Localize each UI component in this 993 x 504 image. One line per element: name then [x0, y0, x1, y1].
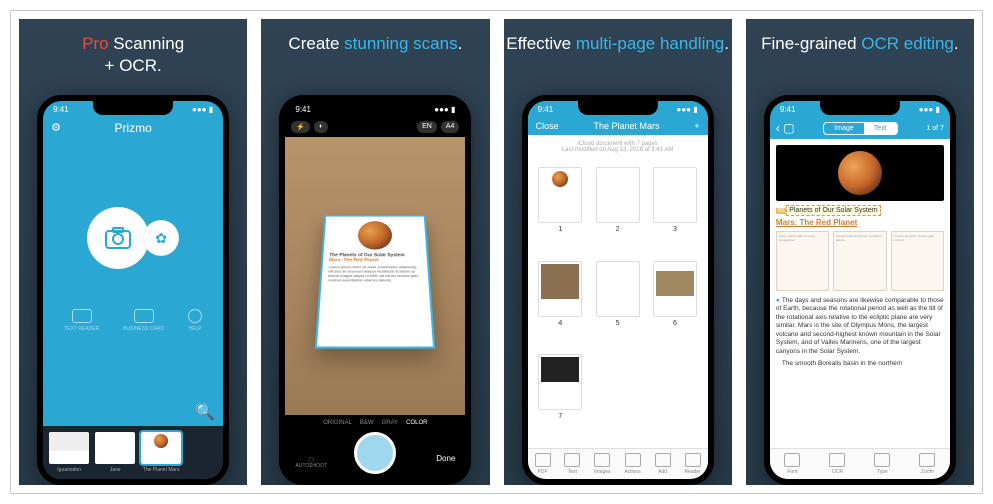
panel-2: Create stunning scans. 9:41●●● ▮ ⚡ ◐ EN … [261, 19, 489, 485]
panel-1-title: Pro Scanning + OCR. [82, 33, 184, 77]
doc-info: iCloud document with 7 pages Last modifi… [528, 135, 708, 159]
notch [335, 101, 415, 115]
app-header: ⚙ Prizmo [43, 117, 223, 141]
actions-button[interactable]: Actions [624, 453, 640, 475]
bottom-toolbar: PDF Text Images Actions Add Reader [528, 448, 708, 479]
ocr-region-2[interactable]: Sed do eiusmod tempor incididunt labore. [833, 231, 886, 291]
ocr-paragraph[interactable]: ●The days and seasons are likewise compa… [776, 297, 944, 356]
ocr-button[interactable]: OCR [829, 453, 845, 475]
phone-mockup-2: 9:41●●● ▮ ⚡ ◐ EN A4 The Planets of O [279, 95, 471, 485]
phone-mockup-4: 9:41●●● ▮ ‹ ▢ Image Text 1 of 7 H1Planet… [764, 95, 956, 485]
nav-bar: Close The Planet Mars + [528, 117, 708, 135]
page-thumb-5[interactable]: 5 [593, 261, 642, 347]
ocr-heading[interactable]: Mars: The Red Planet [776, 218, 944, 227]
panel-4: Fine-grained OCR editing. 9:41●●● ▮ ‹ ▢ … [746, 19, 974, 485]
page-thumb-7[interactable]: 7 [536, 354, 585, 440]
doc-thumb-3[interactable]: The Planet Mars [141, 432, 181, 473]
notch [578, 101, 658, 115]
page-counter: 1 of 7 [926, 125, 944, 132]
ocr-region-3[interactable]: Ut enim ad minim veniam quis nostrud. [891, 231, 944, 291]
notch [820, 101, 900, 115]
ocr-region-1[interactable]: Lorem ipsum dolor sit amet consectetur. [776, 231, 829, 291]
doc-title: The Planet Mars [593, 121, 659, 131]
ocr-content[interactable]: H1Planets of Our Solar System Mars: The … [770, 139, 950, 448]
business-card-button[interactable]: BUSINESS CARD [123, 309, 164, 332]
lang-badge[interactable]: EN [417, 121, 437, 133]
page-grid: 1 2 3 4 5 6 7 [528, 159, 708, 448]
camera-viewfinder: The Planets of Our Solar System Mars: Th… [285, 137, 465, 415]
help-button[interactable]: HELP [188, 309, 202, 332]
pdf-button[interactable]: PDF [535, 453, 551, 475]
type-button[interactable]: Type [874, 453, 890, 475]
photos-button[interactable]: ✿ [143, 220, 179, 256]
doc-thumb-1[interactable]: Iguanodon [49, 432, 89, 473]
page-thumb-6[interactable]: 6 [650, 261, 699, 347]
panel-2-title: Create stunning scans. [288, 33, 462, 77]
search-icon[interactable]: 🔍 [43, 398, 223, 426]
timer-icon[interactable]: ◐ [314, 121, 328, 133]
text-button[interactable]: Text [564, 453, 580, 475]
page-thumb-1[interactable]: 1 [536, 167, 585, 253]
panel-3: Effective multi-page handling. 9:41●●● ▮… [504, 19, 732, 485]
back-button[interactable]: ‹ ▢ [776, 121, 795, 135]
settings-icon[interactable]: ⚙ [51, 121, 61, 134]
text-reader-button[interactable]: TEXT READER [64, 309, 99, 332]
page-thumb-3[interactable]: 3 [650, 167, 699, 253]
flash-icon[interactable]: ⚡ [291, 121, 310, 133]
done-button[interactable]: Done [436, 454, 455, 463]
phone-mockup-1: 9:41●●● ▮ ⚙ Prizmo ✿ TEXT READER B [37, 95, 229, 485]
panel-3-title: Effective multi-page handling. [506, 33, 729, 77]
format-badge[interactable]: A4 [441, 121, 460, 133]
ocr-toolbar: Font OCR Type Zoom [770, 448, 950, 479]
detected-document: The Planets of Our Solar System Mars: Th… [315, 215, 436, 348]
seg-text[interactable]: Text [864, 123, 897, 134]
images-button[interactable]: Images [594, 453, 610, 475]
phone-mockup-3: 9:41●●● ▮ Close The Planet Mars + iCloud… [522, 95, 714, 485]
zoom-button[interactable]: Zoom [919, 453, 935, 475]
ocr-nav: ‹ ▢ Image Text 1 of 7 [770, 117, 950, 139]
color-modes[interactable]: ORIGINAL B&W GRAY COLOR [323, 420, 427, 426]
reader-button[interactable]: Reader [684, 453, 700, 475]
shutter-button[interactable] [354, 432, 396, 474]
screenshot-gallery: Pro Scanning + OCR. 9:41●●● ▮ ⚙ Prizmo [10, 10, 983, 494]
page-thumb-2[interactable]: 2 [593, 167, 642, 253]
notch [93, 101, 173, 115]
page-thumb-4[interactable]: 4 [536, 261, 585, 347]
panel-4-title: Fine-grained OCR editing. [761, 33, 959, 77]
document-shelf: Iguanodon Jane The Planet Mars [43, 426, 223, 479]
view-segment[interactable]: Image Text [823, 122, 897, 135]
close-button[interactable]: Close [536, 121, 559, 131]
font-button[interactable]: Font [784, 453, 800, 475]
mars-image [776, 145, 944, 201]
seg-image[interactable]: Image [824, 123, 863, 134]
add-button[interactable]: + [694, 121, 699, 131]
panel-1: Pro Scanning + OCR. 9:41●●● ▮ ⚙ Prizmo [19, 19, 247, 485]
camera-button[interactable] [87, 207, 149, 269]
mars-image [358, 221, 393, 249]
add-button[interactable]: Add [655, 453, 671, 475]
ocr-paragraph-2[interactable]: ●The smooth Borealis basin in the northe… [776, 360, 944, 368]
autoshoot-toggle[interactable]: ◯AUTOSHOOT [295, 457, 327, 469]
doc-thumb-2[interactable]: Jane [95, 432, 135, 473]
app-title: Prizmo [114, 121, 151, 135]
